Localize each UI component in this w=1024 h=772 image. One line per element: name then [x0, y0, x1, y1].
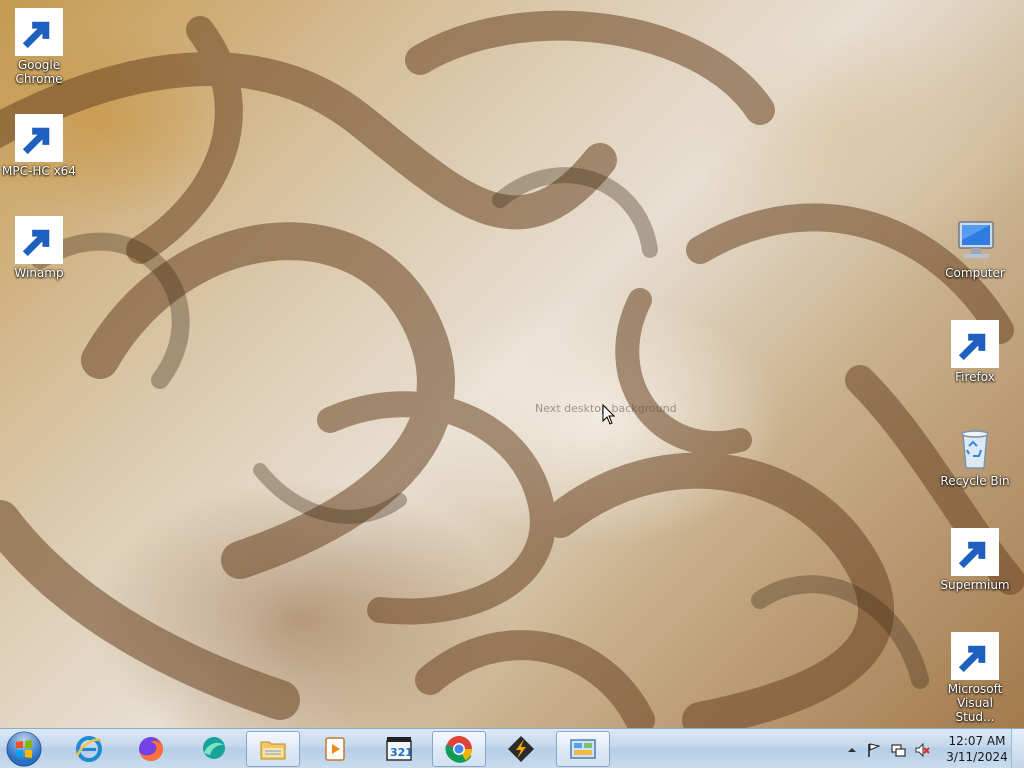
- action-center-flag-icon[interactable]: [866, 742, 882, 758]
- show-desktop-button[interactable]: [1011, 729, 1024, 768]
- computer-icon: [951, 216, 999, 264]
- show-hidden-icons-icon[interactable]: [844, 742, 860, 758]
- taskbar-winamp[interactable]: [494, 731, 548, 767]
- desktop-icon-label: Supermium: [940, 578, 1010, 592]
- taskbar-clock[interactable]: 12:07 AM 3/11/2024: [942, 733, 1012, 765]
- winamp-icon: [15, 216, 63, 264]
- clock-date: 3/11/2024: [946, 750, 1008, 764]
- desktop-icon-supermium[interactable]: Supermium: [937, 528, 1013, 592]
- taskbar-supermium[interactable]: [186, 731, 240, 767]
- desktop-icon-label: Recycle Bin: [940, 474, 1010, 488]
- desktop-icon-label: MPC-HC x64: [2, 164, 76, 178]
- svg-text:321: 321: [390, 746, 413, 759]
- mouse-cursor-icon: [602, 404, 616, 425]
- taskbar-chrome[interactable]: [432, 731, 486, 767]
- taskbar-control-panel[interactable]: [556, 731, 610, 767]
- folder-icon: [260, 741, 286, 760]
- start-button[interactable]: [4, 730, 48, 768]
- volume-muted-icon[interactable]: [914, 742, 930, 758]
- recycle-bin-icon: [951, 424, 999, 472]
- desktop-icon-label: Firefox: [955, 370, 995, 384]
- desktop-icon-winamp[interactable]: Winamp: [1, 216, 77, 280]
- desktop-icon-visual-studio[interactable]: Microsoft Visual Stud...: [937, 632, 1013, 724]
- clock-time: 12:07 AM: [948, 734, 1006, 748]
- visual-studio-icon: [951, 632, 999, 680]
- wallpaper-calligraphy: [0, 10, 1024, 728]
- mpc-hc-icon: 21: [15, 114, 63, 162]
- taskbar-windows-explorer[interactable]: [246, 731, 300, 767]
- desktop-icon-label: Google Chrome: [15, 58, 63, 86]
- desktop-icon-firefox[interactable]: Firefox: [937, 320, 1013, 384]
- desktop[interactable]: Google Chrome 21 MPC-HC x64 Winamp: [0, 0, 1024, 728]
- taskbar-internet-explorer[interactable]: [62, 731, 116, 767]
- system-tray: 12:07 AM 3/11/2024: [842, 729, 1024, 769]
- chrome-icon: [15, 8, 63, 56]
- desktop-icon-mpc-hc[interactable]: 21 MPC-HC x64: [1, 114, 77, 178]
- desktop-icon-recycle-bin[interactable]: Recycle Bin: [937, 424, 1013, 488]
- taskbar-firefox[interactable]: [124, 731, 178, 767]
- desktop-icon-computer[interactable]: Computer: [937, 216, 1013, 280]
- internet-explorer-icon: [75, 736, 102, 762]
- media-player-icon: [325, 737, 345, 761]
- firefox-icon: [951, 320, 999, 368]
- desktop-icon-label: Microsoft Visual Stud...: [947, 682, 1003, 724]
- supermium-icon: [951, 528, 999, 576]
- chrome-icon: [445, 736, 473, 763]
- taskbar-media-player[interactable]: [308, 731, 362, 767]
- windows-logo-icon: [6, 731, 42, 767]
- desktop-icon-label: Winamp: [14, 266, 64, 280]
- supermium-icon: [203, 737, 225, 759]
- taskbar: 321 12:07 AM 3/11/2024: [0, 728, 1024, 768]
- firefox-icon: [139, 737, 163, 761]
- winamp-icon: [508, 736, 534, 762]
- desktop-icon-label: Computer: [945, 266, 1005, 280]
- mpc-hc-icon: 321: [386, 737, 413, 761]
- network-icon[interactable]: [890, 742, 906, 758]
- taskbar-mpc-hc[interactable]: 321: [372, 731, 426, 767]
- desktop-icon-chrome[interactable]: Google Chrome: [1, 8, 77, 86]
- control-panel-icon: [570, 739, 596, 759]
